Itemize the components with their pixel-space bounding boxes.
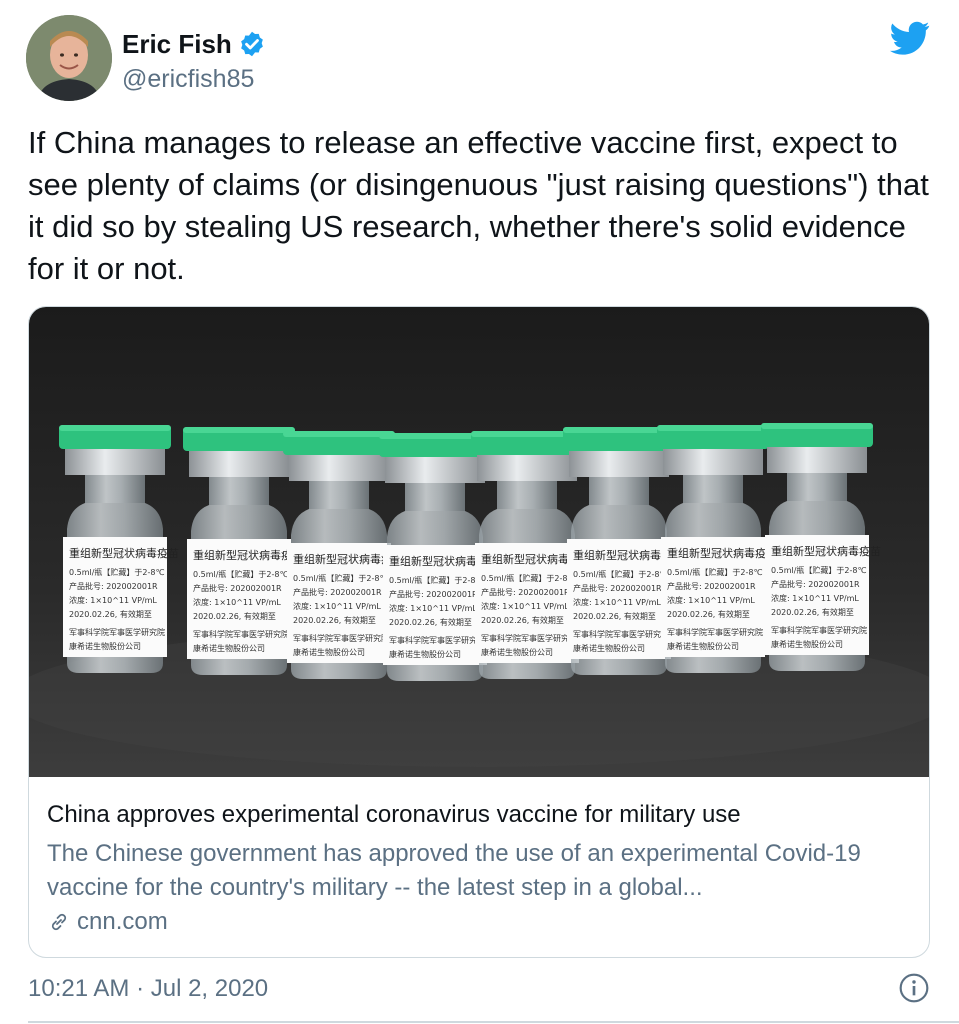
card-domain: cnn.com <box>77 908 168 935</box>
person-avatar-icon <box>26 15 112 101</box>
avatar[interactable] <box>26 15 112 101</box>
author-name[interactable]: Eric Fish <box>122 28 232 60</box>
author-handle[interactable]: @ericfish85 <box>122 64 254 94</box>
tweet-timestamp[interactable]: 10:21 AM · Jul 2, 2020 <box>28 974 268 1004</box>
link-card[interactable]: 重组新型冠状病毒疫苗 0.5ml/瓶【贮藏】于2-8℃ 产品批号: 202002… <box>28 306 930 958</box>
card-title[interactable]: China approves experimental coronavirus … <box>47 799 741 831</box>
vaccine-vials-photo: 重组新型冠状病毒疫苗 0.5ml/瓶【贮藏】于2-8℃ 产品批号: 202002… <box>29 307 929 777</box>
link-icon <box>51 913 67 931</box>
tweet-text: If China manages to release an effective… <box>28 125 929 286</box>
info-icon[interactable] <box>898 972 930 1004</box>
card-domain-row[interactable]: cnn.com <box>47 907 168 937</box>
twitter-bird-icon[interactable] <box>888 18 932 58</box>
author-row: Eric Fish <box>122 28 266 60</box>
divider <box>28 1021 959 1023</box>
verified-badge-icon <box>240 31 263 57</box>
card-description: The Chinese government has approved the … <box>47 840 861 901</box>
